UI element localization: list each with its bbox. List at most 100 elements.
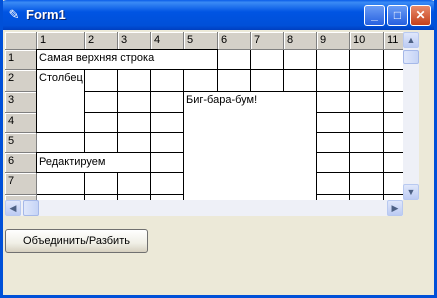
scroll-left-button[interactable]: ◀ xyxy=(5,200,21,216)
row-header-label: 1 xyxy=(8,52,15,64)
grid-cell[interactable] xyxy=(317,92,350,113)
grid-cell[interactable] xyxy=(384,50,403,70)
merge-split-button[interactable]: Объединить/Разбить xyxy=(5,229,148,253)
row-header[interactable]: 6 xyxy=(5,153,37,173)
title-bar[interactable]: ✎ Form1 _ □ ✕ xyxy=(0,0,437,30)
grid-cell[interactable] xyxy=(317,113,350,133)
grid-cell[interactable] xyxy=(151,173,184,195)
grid-cell[interactable] xyxy=(37,173,85,195)
row-header[interactable]: 7 xyxy=(5,173,37,195)
close-icon: ✕ xyxy=(415,8,426,22)
grid-cell[interactable] xyxy=(284,50,317,70)
grid-cell[interactable] xyxy=(118,70,151,92)
column-header[interactable]: 11 xyxy=(384,32,403,50)
grid-cell[interactable] xyxy=(85,92,118,113)
grid-cell[interactable] xyxy=(85,113,118,133)
grid-cell[interactable] xyxy=(350,133,384,153)
column-header[interactable]: 8 xyxy=(284,32,317,50)
grid-cell[interactable] xyxy=(384,133,403,153)
grid-cell[interactable] xyxy=(151,92,184,113)
row-header[interactable]: 4 xyxy=(5,113,37,133)
grid-cell[interactable] xyxy=(118,133,151,153)
merged-cell-big[interactable]: Биг-бара-бум! xyxy=(183,91,317,200)
grid-cell[interactable] xyxy=(317,70,350,92)
grid-cell[interactable] xyxy=(118,92,151,113)
grid-cell[interactable] xyxy=(317,133,350,153)
column-header-label: 1 xyxy=(40,34,47,46)
column-header-label: 7 xyxy=(254,34,261,46)
minimize-button[interactable]: _ xyxy=(364,5,385,26)
grid-cell[interactable] xyxy=(350,153,384,173)
grid-cell[interactable] xyxy=(85,133,118,153)
scroll-right-button[interactable]: ▶ xyxy=(387,200,403,216)
grid-cell[interactable] xyxy=(85,173,118,195)
row-header[interactable]: 5 xyxy=(5,133,37,153)
grid-cell[interactable] xyxy=(118,173,151,195)
column-header-label: 8 xyxy=(287,34,294,46)
cell-editor[interactable] xyxy=(36,152,151,173)
grid-cell[interactable] xyxy=(350,50,384,70)
column-header[interactable]: 6 xyxy=(218,32,251,50)
grid-cell[interactable] xyxy=(284,70,317,92)
grid-cell[interactable] xyxy=(151,70,184,92)
grid-cell[interactable] xyxy=(317,153,350,173)
cell-editor-input[interactable] xyxy=(38,154,149,169)
row-header[interactable]: 3 xyxy=(5,92,37,113)
grid-cell[interactable] xyxy=(251,50,284,70)
arrow-down-icon: ▼ xyxy=(406,187,416,197)
close-button[interactable]: ✕ xyxy=(410,5,431,26)
column-header[interactable]: 10 xyxy=(350,32,384,50)
scroll-down-button[interactable]: ▼ xyxy=(403,184,419,200)
grid-cell[interactable] xyxy=(384,70,403,92)
grid-cell[interactable] xyxy=(350,92,384,113)
merged-cell-top-row[interactable]: Самая верхняя строка xyxy=(36,49,218,70)
column-header[interactable]: 1 xyxy=(37,32,85,50)
column-header-label: 2 xyxy=(88,34,95,46)
row-header[interactable]: 1 xyxy=(5,50,37,70)
grid-cell[interactable] xyxy=(151,153,184,173)
delphi-form-icon[interactable]: ✎ xyxy=(6,7,22,23)
scroll-up-button[interactable]: ▲ xyxy=(403,32,419,48)
grid-corner-cell xyxy=(5,32,37,50)
column-header[interactable]: 9 xyxy=(317,32,350,50)
arrow-right-icon: ▶ xyxy=(391,203,399,213)
grid-cell[interactable] xyxy=(317,50,350,70)
grid-cell[interactable] xyxy=(218,50,251,70)
grid-cell[interactable] xyxy=(37,133,85,153)
grid-cell[interactable] xyxy=(218,70,251,92)
string-grid[interactable]: 1 2 3 4 5 6 7 8 9 10 11 1 2 3 4 5 6 7 Самая верхняя строка… xyxy=(5,32,403,200)
merged-cell-text: Биг-бара-бум! xyxy=(186,94,258,106)
maximize-button[interactable]: □ xyxy=(387,5,408,26)
grid-cell[interactable] xyxy=(184,70,218,92)
column-header[interactable]: 3 xyxy=(118,32,151,50)
row-header[interactable]: 2 xyxy=(5,70,37,92)
column-header-label: 11 xyxy=(387,34,399,46)
grid-cell[interactable] xyxy=(118,113,151,133)
merged-cell-text: Столбец xyxy=(39,72,83,84)
column-header[interactable]: 4 xyxy=(151,32,184,50)
grid-cell[interactable] xyxy=(350,70,384,92)
merged-cell-text: Самая верхняя строка xyxy=(39,52,155,64)
horizontal-scrollbar[interactable]: ◀ ▶ xyxy=(5,200,403,216)
vertical-scroll-thumb[interactable] xyxy=(403,50,419,64)
column-header[interactable]: 7 xyxy=(251,32,284,50)
arrow-up-icon: ▲ xyxy=(406,35,416,45)
grid-cell[interactable] xyxy=(384,173,403,195)
grid-cell[interactable] xyxy=(350,173,384,195)
grid-cell[interactable] xyxy=(350,113,384,133)
vertical-scrollbar[interactable]: ▲ ▼ xyxy=(403,32,419,200)
grid-cell[interactable] xyxy=(317,173,350,195)
grid-cell[interactable] xyxy=(151,113,184,133)
grid-cell[interactable] xyxy=(384,113,403,133)
row-header-label: 5 xyxy=(8,135,15,147)
grid-cell[interactable] xyxy=(251,70,284,92)
grid-cell[interactable] xyxy=(384,92,403,113)
merged-cell-column[interactable]: Столбец xyxy=(36,69,85,133)
horizontal-scroll-thumb[interactable] xyxy=(23,200,39,216)
grid-cell[interactable] xyxy=(85,70,118,92)
grid-cell[interactable] xyxy=(384,153,403,173)
scrollbar-corner xyxy=(403,200,419,216)
column-header[interactable]: 5 xyxy=(184,32,218,50)
grid-cell[interactable] xyxy=(151,133,184,153)
column-header[interactable]: 2 xyxy=(85,32,118,50)
